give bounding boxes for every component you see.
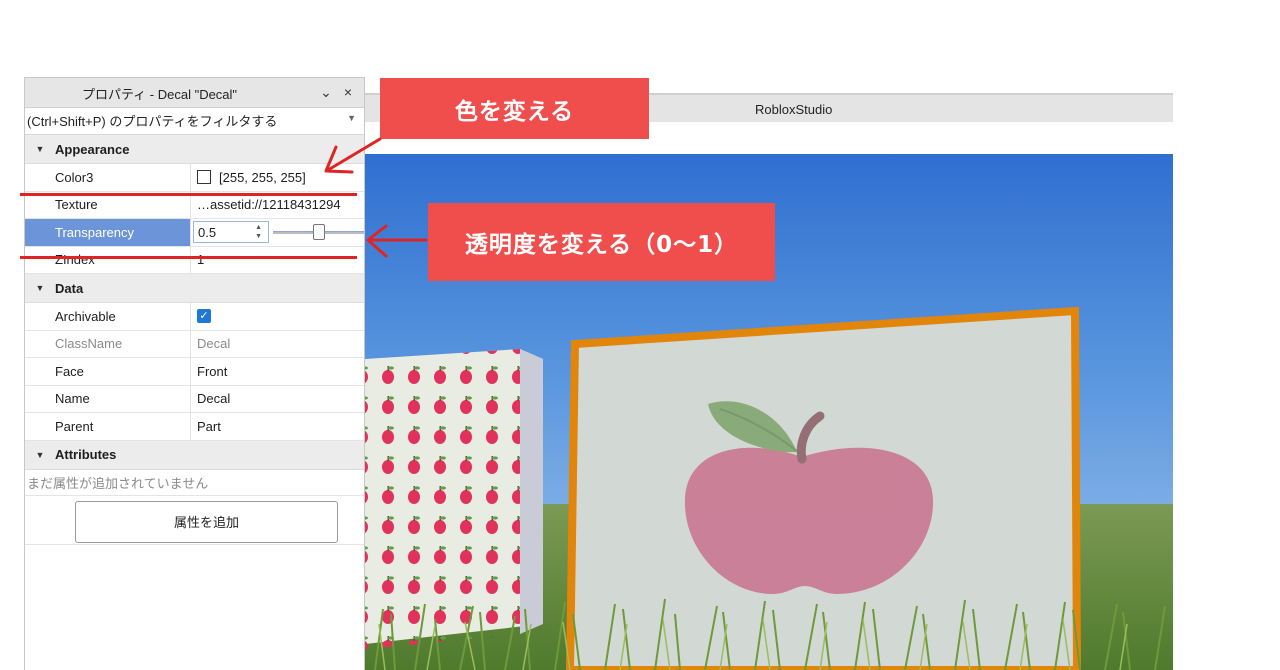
filter-dropdown-icon[interactable]: ▼: [347, 113, 356, 123]
property-name: Archivable: [25, 303, 191, 330]
properties-panel: プロパティ - Decal "Decal" ⌄ × ▼ ▼ Appearance…: [24, 77, 365, 670]
property-name: ClassName: [25, 330, 191, 357]
property-row-transparency[interactable]: Transparency 0.5 ▲ ▼: [25, 219, 364, 247]
chevron-down-icon[interactable]: ⌄: [318, 84, 334, 100]
property-row-archivable[interactable]: Archivable ✓: [25, 303, 364, 331]
close-icon[interactable]: ×: [340, 84, 356, 100]
apple-pattern-face: [365, 349, 520, 649]
apple-body: [684, 447, 934, 594]
section-label: Data: [55, 280, 84, 296]
attributes-empty-note: まだ属性が追加されていません: [25, 470, 364, 496]
add-attribute-area: 属性を追加: [25, 496, 364, 545]
property-name: ZIndex: [25, 246, 191, 273]
property-row-zindex[interactable]: ZIndex 1: [25, 246, 364, 274]
classname-value: Decal: [197, 336, 231, 352]
parent-value[interactable]: Part: [191, 413, 364, 440]
section-label: Appearance: [55, 141, 130, 157]
color-value: [255, 255, 255]: [219, 169, 306, 185]
property-name: Transparency: [25, 219, 191, 246]
block-side: [520, 349, 543, 634]
studio-window-title: RobloxStudio: [755, 102, 833, 117]
property-row-face[interactable]: Face Front: [25, 358, 364, 386]
section-data[interactable]: ▼ Data: [25, 274, 364, 303]
zindex-value[interactable]: 1: [191, 247, 364, 274]
property-row-name[interactable]: Name Decal: [25, 385, 364, 413]
collapse-triangle-icon[interactable]: ▼: [25, 283, 55, 293]
property-value: 0.5 ▲ ▼: [191, 219, 364, 246]
property-row-color3[interactable]: Color3 [255, 255, 255]: [25, 164, 364, 192]
transparency-input[interactable]: 0.5 ▲ ▼: [193, 221, 269, 244]
filter-input[interactable]: [25, 108, 340, 134]
callout-change-color: 色を変える: [380, 78, 649, 139]
section-attributes[interactable]: ▼ Attributes: [25, 440, 364, 470]
property-row-classname: ClassName Decal: [25, 330, 364, 358]
highlight-underline-transparency: [20, 256, 357, 259]
panel-title: プロパティ - Decal "Decal": [81, 87, 238, 102]
add-attribute-button[interactable]: 属性を追加: [75, 500, 338, 543]
slider-thumb[interactable]: [313, 224, 325, 241]
property-name: Name: [25, 385, 191, 412]
section-label: Attributes: [55, 447, 117, 462]
property-name: Face: [25, 358, 191, 385]
color-swatch[interactable]: [197, 170, 211, 185]
property-row-parent[interactable]: Parent Part: [25, 413, 364, 441]
spinner-icon[interactable]: ▲ ▼: [255, 223, 262, 241]
property-filter: ▼: [25, 108, 364, 135]
panel-titlebar: プロパティ - Decal "Decal" ⌄ ×: [25, 78, 364, 108]
transparency-slider[interactable]: [273, 221, 364, 243]
property-name: Parent: [25, 413, 191, 440]
collapse-triangle-icon[interactable]: ▼: [25, 144, 55, 154]
section-appearance[interactable]: ▼ Appearance: [25, 135, 364, 164]
callout-change-transparency: 透明度を変える（0〜1）: [428, 203, 775, 281]
transparency-value: 0.5: [198, 224, 217, 240]
property-name: Color3: [25, 164, 191, 191]
face-value[interactable]: Front: [191, 358, 364, 385]
collapse-triangle-icon[interactable]: ▼: [25, 450, 55, 460]
property-value[interactable]: [255, 255, 255]: [191, 164, 364, 191]
highlight-underline-color3: [20, 193, 357, 196]
name-value[interactable]: Decal: [191, 386, 364, 413]
property-value: ✓: [191, 303, 364, 330]
archivable-checkbox[interactable]: ✓: [197, 309, 211, 324]
